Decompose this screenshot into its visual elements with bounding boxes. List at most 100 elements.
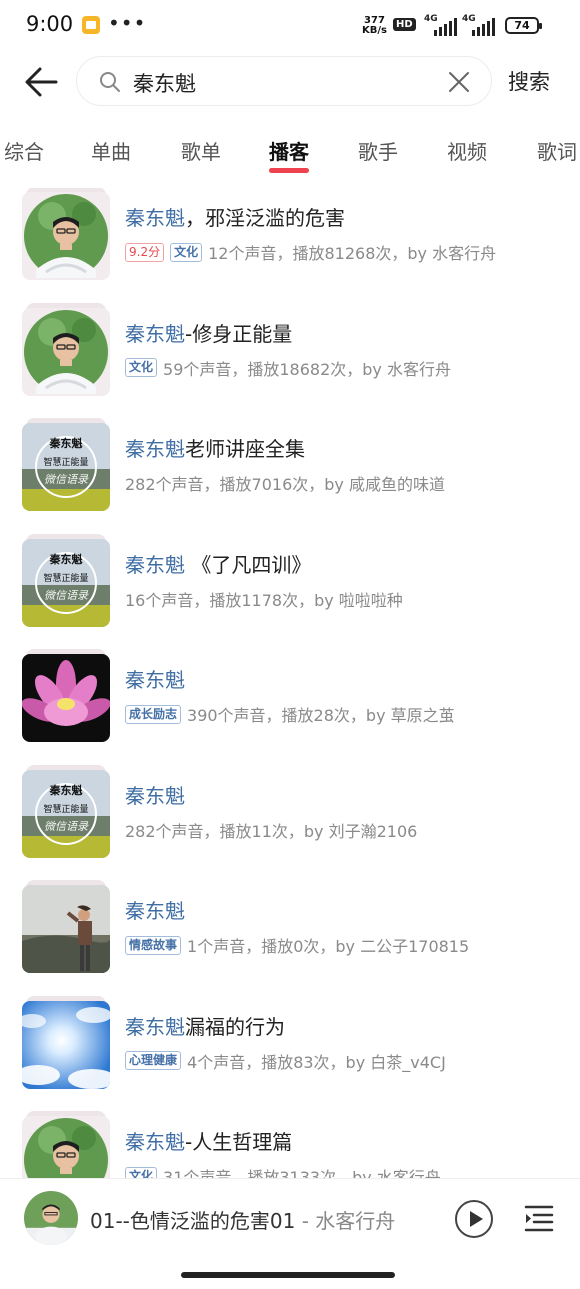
- title-highlight: 秦东魁: [125, 1130, 185, 1154]
- podcast-cover[interactable]: [22, 188, 110, 280]
- svg-text:秦东魁: 秦东魁: [49, 783, 83, 797]
- network-speed: 377 KB/s: [362, 16, 387, 36]
- search-button[interactable]: 搜索: [508, 66, 550, 96]
- title-rest: 《了凡四训》: [185, 552, 312, 577]
- podcast-title: 秦东魁 《了凡四训》: [125, 549, 311, 578]
- svg-text:微信语录: 微信语录: [44, 589, 89, 602]
- podcast-title: 秦东魁: [125, 780, 185, 809]
- podcast-item[interactable]: 秦东魁 智慧正能量 微信语录 秦东魁老师讲座全集 282个声音，播放7016次，by 咸…: [0, 418, 580, 527]
- podcast-title: 秦东魁漏福的行为: [125, 1011, 285, 1040]
- title-rest: -修身正能量: [185, 321, 293, 346]
- title-highlight: 秦东魁: [125, 437, 185, 461]
- hd-voice-icon: HD: [393, 18, 416, 31]
- title-highlight: 秦东魁: [125, 206, 185, 230]
- tab-playlists[interactable]: 歌单: [181, 136, 221, 165]
- podcast-cover[interactable]: 秦东魁智慧正能量微信语录: [22, 764, 110, 858]
- playlist-icon[interactable]: [524, 1203, 554, 1233]
- podcast-item[interactable]: 秦东魁-修身正能量文化 59个声音，播放18682次，by 水客行舟: [0, 302, 580, 412]
- podcast-meta: 282个声音，播放11次，by 刘子瀚2106: [125, 818, 417, 842]
- cover-image: [22, 885, 110, 973]
- back-arrow-icon: [25, 67, 58, 97]
- notification-app-icon: [82, 16, 100, 34]
- score-badge: 9.2分: [125, 242, 165, 262]
- podcast-stats: 59个声音，播放18682次，by 水客行舟: [163, 359, 451, 379]
- player-separator: -: [295, 1209, 316, 1233]
- podcast-meta: 文化 59个声音，播放18682次，by 水客行舟: [125, 356, 451, 380]
- podcast-stats: 12个声音，播放81268次，by 水客行舟: [208, 244, 497, 263]
- podcast-item[interactable]: 秦东魁 情感故事 1个声音，播放0次，by 二公子170815: [0, 880, 580, 989]
- player-cover-image[interactable]: [24, 1191, 78, 1245]
- svg-text:智慧正能量: 智慧正能量: [43, 456, 88, 468]
- podcast-cover[interactable]: [22, 1111, 110, 1178]
- podcast-item[interactable]: 秦东魁成长励志 390个声音，播放28次，by 草原之茧: [0, 649, 580, 758]
- tab-lyrics[interactable]: 歌词: [537, 136, 577, 165]
- network-speed-unit: KB/s: [362, 25, 387, 36]
- home-indicator[interactable]: [181, 1272, 395, 1278]
- podcast-item[interactable]: 秦东魁 智慧正能量 微信语录 秦东魁 282个声音，播放11次，by 刘子瀚2106: [0, 764, 580, 874]
- podcast-cover[interactable]: [22, 880, 110, 973]
- cover-image: [22, 1000, 110, 1089]
- tab-videos[interactable]: 视频: [447, 136, 487, 165]
- title-highlight: 秦东魁: [125, 1014, 185, 1039]
- signal-icon-2: 4G: [462, 14, 496, 36]
- play-button[interactable]: [455, 1200, 493, 1238]
- podcast-item[interactable]: 秦东魁-人生哲理篇文化 31个声音，播放3133次，by 水客行舟: [0, 1111, 580, 1178]
- search-input[interactable]: 秦东魁: [133, 68, 196, 98]
- status-time: 9:00: [26, 12, 74, 36]
- podcast-title: 秦东魁老师讲座全集: [125, 433, 305, 462]
- cover-image: 秦东魁智慧正能量微信语录: [22, 769, 110, 858]
- svg-text:微信语录: 微信语录: [44, 820, 89, 833]
- podcast-stats: 1个声音，播放0次，by 二公子170815: [187, 937, 470, 956]
- podcast-results-list: 秦东魁，邪淫泛滥的危害 9.2分 文化 12个声音，播放81268次，by 水客行舟秦…: [0, 188, 580, 1178]
- more-notifications-icon: •••: [108, 11, 147, 35]
- podcast-meta: 情感故事 1个声音，播放0次，by 二公子170815: [125, 933, 469, 957]
- podcast-cover[interactable]: [22, 995, 110, 1089]
- signal-icon: 4G: [424, 14, 458, 36]
- category-badge: 文化: [125, 358, 158, 377]
- title-highlight: 秦东魁: [125, 783, 185, 808]
- back-button[interactable]: [22, 62, 62, 102]
- tab-songs[interactable]: 单曲: [91, 136, 131, 165]
- podcast-cover[interactable]: 秦东魁 智慧正能量 微信语录: [22, 418, 110, 511]
- title-rest: 老师讲座全集: [185, 437, 305, 461]
- player-artist: 水客行舟: [315, 1209, 396, 1233]
- svg-text:智慧正能量: 智慧正能量: [43, 572, 88, 584]
- podcast-title: 秦东魁-修身正能量: [125, 318, 292, 347]
- title-highlight: 秦东魁: [125, 668, 185, 692]
- clear-icon[interactable]: [447, 70, 471, 94]
- search-box[interactable]: 秦东魁: [76, 56, 492, 106]
- podcast-cover[interactable]: 秦东魁 智慧正能量 微信语录: [22, 533, 110, 627]
- category-badge: 成长励志: [125, 704, 182, 724]
- podcast-meta: 心理健康 4个声音，播放83次，by 白茶_v4CJ: [125, 1049, 446, 1073]
- search-icon: [100, 72, 120, 92]
- podcast-meta: 文化 31个声音，播放3133次，by 水客行舟: [125, 1164, 441, 1178]
- mini-player[interactable]: 01--色情泛滥的危害01 - 水客行舟: [0, 1178, 580, 1258]
- player-track-title: 01--色情泛滥的危害01: [90, 1209, 296, 1233]
- podcast-item[interactable]: 秦东魁，邪淫泛滥的危害 9.2分 文化 12个声音，播放81268次，by 水客行舟: [0, 188, 580, 296]
- tab-comprehensive[interactable]: 综合: [4, 136, 44, 165]
- title-rest: 漏福的行为: [185, 1014, 285, 1039]
- podcast-cover[interactable]: [22, 649, 110, 742]
- player-track-info[interactable]: 01--色情泛滥的危害01 - 水客行舟: [90, 1205, 395, 1234]
- podcast-stats: 390个声音，播放28次，by 草原之茧: [187, 706, 455, 725]
- cover-image: 秦东魁 智慧正能量 微信语录: [22, 538, 110, 627]
- podcast-stats: 282个声音，播放7016次，by 咸咸鱼的味道: [125, 475, 445, 494]
- category-badge: 情感故事: [125, 935, 182, 955]
- category-tabs: 综合 单曲 歌单 播客 歌手 视频 歌词: [0, 130, 580, 173]
- podcast-cover[interactable]: [22, 302, 110, 396]
- podcast-stats: 31个声音，播放3133次，by 水客行舟: [163, 1168, 441, 1178]
- svg-text:智慧正能量: 智慧正能量: [43, 803, 88, 815]
- category-badge: 文化: [170, 242, 203, 262]
- title-highlight: 秦东魁: [125, 321, 185, 346]
- podcast-item[interactable]: 秦东魁 智慧正能量 微信语录 秦东魁 《了凡四训》 16个声音，播放1178次，by 啦…: [0, 533, 580, 643]
- tab-artists[interactable]: 歌手: [358, 136, 398, 165]
- tab-podcasts[interactable]: 播客: [269, 136, 309, 173]
- podcast-meta: 282个声音，播放7016次，by 咸咸鱼的味道: [125, 471, 445, 495]
- title-rest: ，邪淫泛滥的危害: [185, 206, 345, 230]
- podcast-item[interactable]: 秦东魁漏福的行为心理健康 4个声音，播放83次，by 白茶_v4CJ: [0, 995, 580, 1105]
- podcast-stats: 16个声音，播放1178次，by 啦啦啦种: [125, 590, 403, 610]
- category-badge: 心理健康: [125, 1051, 182, 1070]
- cover-image: [22, 192, 110, 280]
- podcast-title: 秦东魁-人生哲理篇: [125, 1126, 292, 1155]
- category-badge: 文化: [125, 1166, 158, 1178]
